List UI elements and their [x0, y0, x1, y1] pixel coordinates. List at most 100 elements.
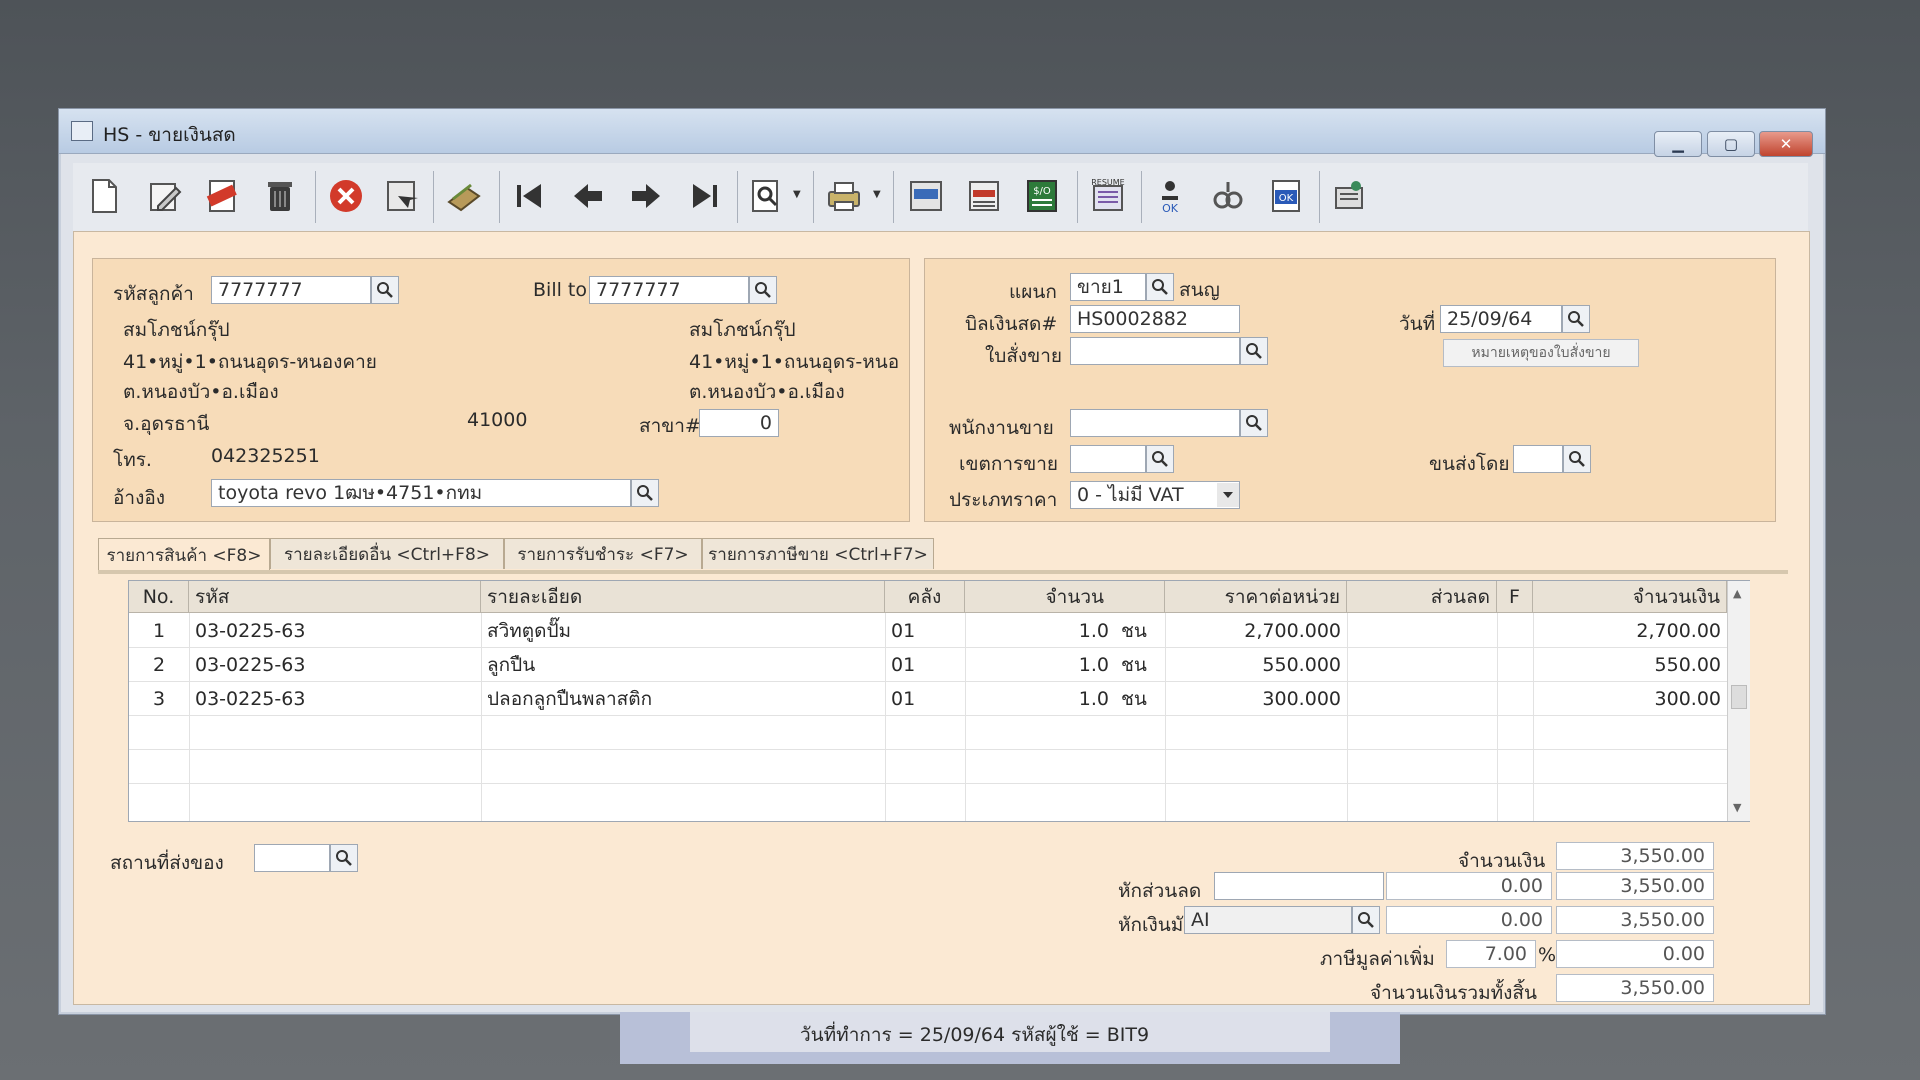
price-type-select[interactable]: 0 - ไม่มี VAT	[1070, 481, 1240, 509]
grid-scrollbar[interactable]: ▲ ▼	[1727, 581, 1750, 821]
grand-total: 3,550.00	[1556, 974, 1714, 1002]
customer-address-1: 41•หมู่•1•ถนนอุดร-หนองคาย	[123, 351, 377, 373]
sales-order-search-icon[interactable]	[1240, 337, 1268, 365]
customer-search-icon[interactable]	[371, 276, 399, 304]
svg-text:$/O: $/O	[1033, 186, 1051, 197]
after-deposit-total: 3,550.00	[1556, 906, 1714, 934]
reference-field[interactable]: toyota revo 1ฒษ•4751•กทม	[211, 479, 631, 507]
ship-place-label: สถานที่ส่งของ	[110, 852, 224, 874]
print-dropdown-arrow[interactable]: ▼	[873, 189, 883, 200]
row-quantity: 1.0	[1078, 688, 1109, 710]
department-field[interactable]: ขาย1	[1070, 273, 1146, 301]
new-doc-icon[interactable]	[81, 173, 127, 219]
sales-area-search-icon[interactable]	[1146, 445, 1174, 473]
vat-amount: 0.00	[1556, 940, 1714, 968]
row-code: 03-0225-63	[195, 620, 306, 642]
bill-to-label: Bill to	[533, 279, 587, 301]
tab-sales-tax[interactable]: รายการภาษีขาย <Ctrl+F7>	[702, 538, 934, 569]
scroll-down-icon[interactable]: ▼	[1733, 801, 1741, 814]
tab-items[interactable]: รายการสินค้า <F8>	[98, 538, 270, 571]
maximize-button[interactable]: ▢	[1707, 131, 1755, 157]
ship-by-search-icon[interactable]	[1563, 445, 1591, 473]
deposit-search-icon[interactable]	[1352, 906, 1380, 934]
row-code: 03-0225-63	[195, 654, 306, 676]
approve-icon[interactable]: OK	[1147, 173, 1193, 219]
row-discount	[1347, 617, 1497, 645]
bill-to-code-field[interactable]: 7777777	[589, 276, 749, 304]
search-dropdown-arrow[interactable]: ▼	[793, 189, 803, 200]
customer-panel: รหัสลูกค้า 7777777 Bill to 7777777 สมโภช…	[92, 258, 910, 522]
col-code[interactable]: รหัส	[189, 581, 481, 613]
edit-icon[interactable]	[141, 173, 187, 219]
bill-to-search-icon[interactable]	[749, 276, 777, 304]
sales-area-field[interactable]	[1070, 445, 1146, 473]
title-bar: HS - ขายเงินสด ▁ ▢ ✕	[59, 109, 1825, 157]
resume-icon[interactable]: RESUME	[1085, 173, 1131, 219]
col-discount[interactable]: ส่วนลด	[1347, 581, 1497, 613]
prev-record-icon[interactable]	[565, 173, 611, 219]
save-icon[interactable]	[379, 173, 425, 219]
status-text: วันที่ทำการ = 25/09/64 รหัสผู้ใช้ = BIT9	[800, 1024, 1150, 1046]
row-description: ลูกปืน	[487, 654, 536, 676]
col-description[interactable]: รายละเอียด	[481, 581, 885, 613]
bill-to-address-2: ต.หนองบัว•อ.เมือง	[689, 381, 845, 403]
department-search-icon[interactable]	[1146, 273, 1174, 301]
col-no[interactable]: No.	[129, 581, 189, 613]
chevron-down-icon[interactable]	[1217, 483, 1239, 507]
row-quantity: 1.0	[1078, 654, 1109, 676]
close-button[interactable]: ✕	[1759, 131, 1813, 157]
department-label: แผนก	[1009, 281, 1057, 303]
col-amount[interactable]: จำนวนเงิน	[1533, 581, 1727, 613]
document-panel: แผนก ขาย1 สนญ บิลเงินสด# HS0002882 วันที…	[924, 258, 1776, 522]
ship-by-field[interactable]	[1513, 445, 1563, 473]
ship-by-label: ขนส่งโดย	[1429, 453, 1510, 475]
screen-icon[interactable]	[1327, 173, 1373, 219]
sales-order-field[interactable]	[1070, 337, 1240, 365]
reference-search-icon[interactable]	[631, 479, 659, 507]
date-field[interactable]: 25/09/64	[1440, 305, 1562, 333]
bill-number-field[interactable]: HS0002882	[1070, 305, 1240, 333]
next-record-icon[interactable]	[623, 173, 669, 219]
attach-icon[interactable]	[441, 173, 487, 219]
sale-order-icon[interactable]: $/O	[1019, 173, 1065, 219]
ok-icon[interactable]: OK	[1263, 173, 1309, 219]
row-no: 3	[152, 688, 166, 710]
tab-other-details[interactable]: รายละเอียดอื่น <Ctrl+F8>	[270, 538, 504, 569]
date-search-icon[interactable]	[1562, 305, 1590, 333]
last-record-icon[interactable]	[681, 173, 727, 219]
col-flag[interactable]: F	[1497, 581, 1533, 613]
sales-order-note-button[interactable]: หมายเหตุของใบสั่งขาย	[1443, 339, 1639, 367]
ship-place-field[interactable]	[254, 844, 330, 872]
phone-label: โทร.	[113, 449, 152, 471]
col-unit-price[interactable]: ราคาต่อหน่วย	[1165, 581, 1347, 613]
note-icon[interactable]	[903, 173, 949, 219]
customer-code-field[interactable]: 7777777	[211, 276, 371, 304]
branch-field[interactable]: 0	[699, 409, 779, 437]
minimize-button[interactable]: ▁	[1654, 131, 1702, 157]
ship-place-search-icon[interactable]	[330, 844, 358, 872]
bill-to-address-1: 41•หมู่•1•ถนนอุดร-หนอ	[689, 351, 900, 373]
deposit-code-field[interactable]: AI	[1184, 906, 1352, 934]
col-quantity[interactable]: จำนวน	[965, 581, 1165, 613]
link-icon[interactable]	[1205, 173, 1251, 219]
vat-rate-field[interactable]: 7.00	[1446, 940, 1536, 968]
date-label: วันที่	[1399, 313, 1436, 335]
salesman-field[interactable]	[1070, 409, 1240, 437]
first-record-icon[interactable]	[507, 173, 553, 219]
discount-field[interactable]	[1214, 872, 1384, 900]
trash-icon[interactable]	[257, 173, 303, 219]
department-name: สนญ	[1179, 279, 1220, 301]
row-unit: ชน	[1121, 688, 1147, 710]
scroll-up-icon[interactable]: ▲	[1733, 587, 1741, 600]
col-warehouse[interactable]: คลัง	[885, 581, 965, 613]
print-icon[interactable]	[821, 173, 867, 219]
void-icon[interactable]	[199, 173, 245, 219]
sales-order-label: ใบสั่งขาย	[985, 345, 1063, 367]
cancel-icon[interactable]	[323, 173, 369, 219]
search-doc-icon[interactable]	[743, 173, 789, 219]
tab-payments[interactable]: รายการรับชำระ <F7>	[504, 538, 702, 569]
list-icon[interactable]	[961, 173, 1007, 219]
svg-text:OK: OK	[1279, 193, 1294, 204]
scroll-thumb[interactable]	[1731, 685, 1747, 709]
salesman-search-icon[interactable]	[1240, 409, 1268, 437]
